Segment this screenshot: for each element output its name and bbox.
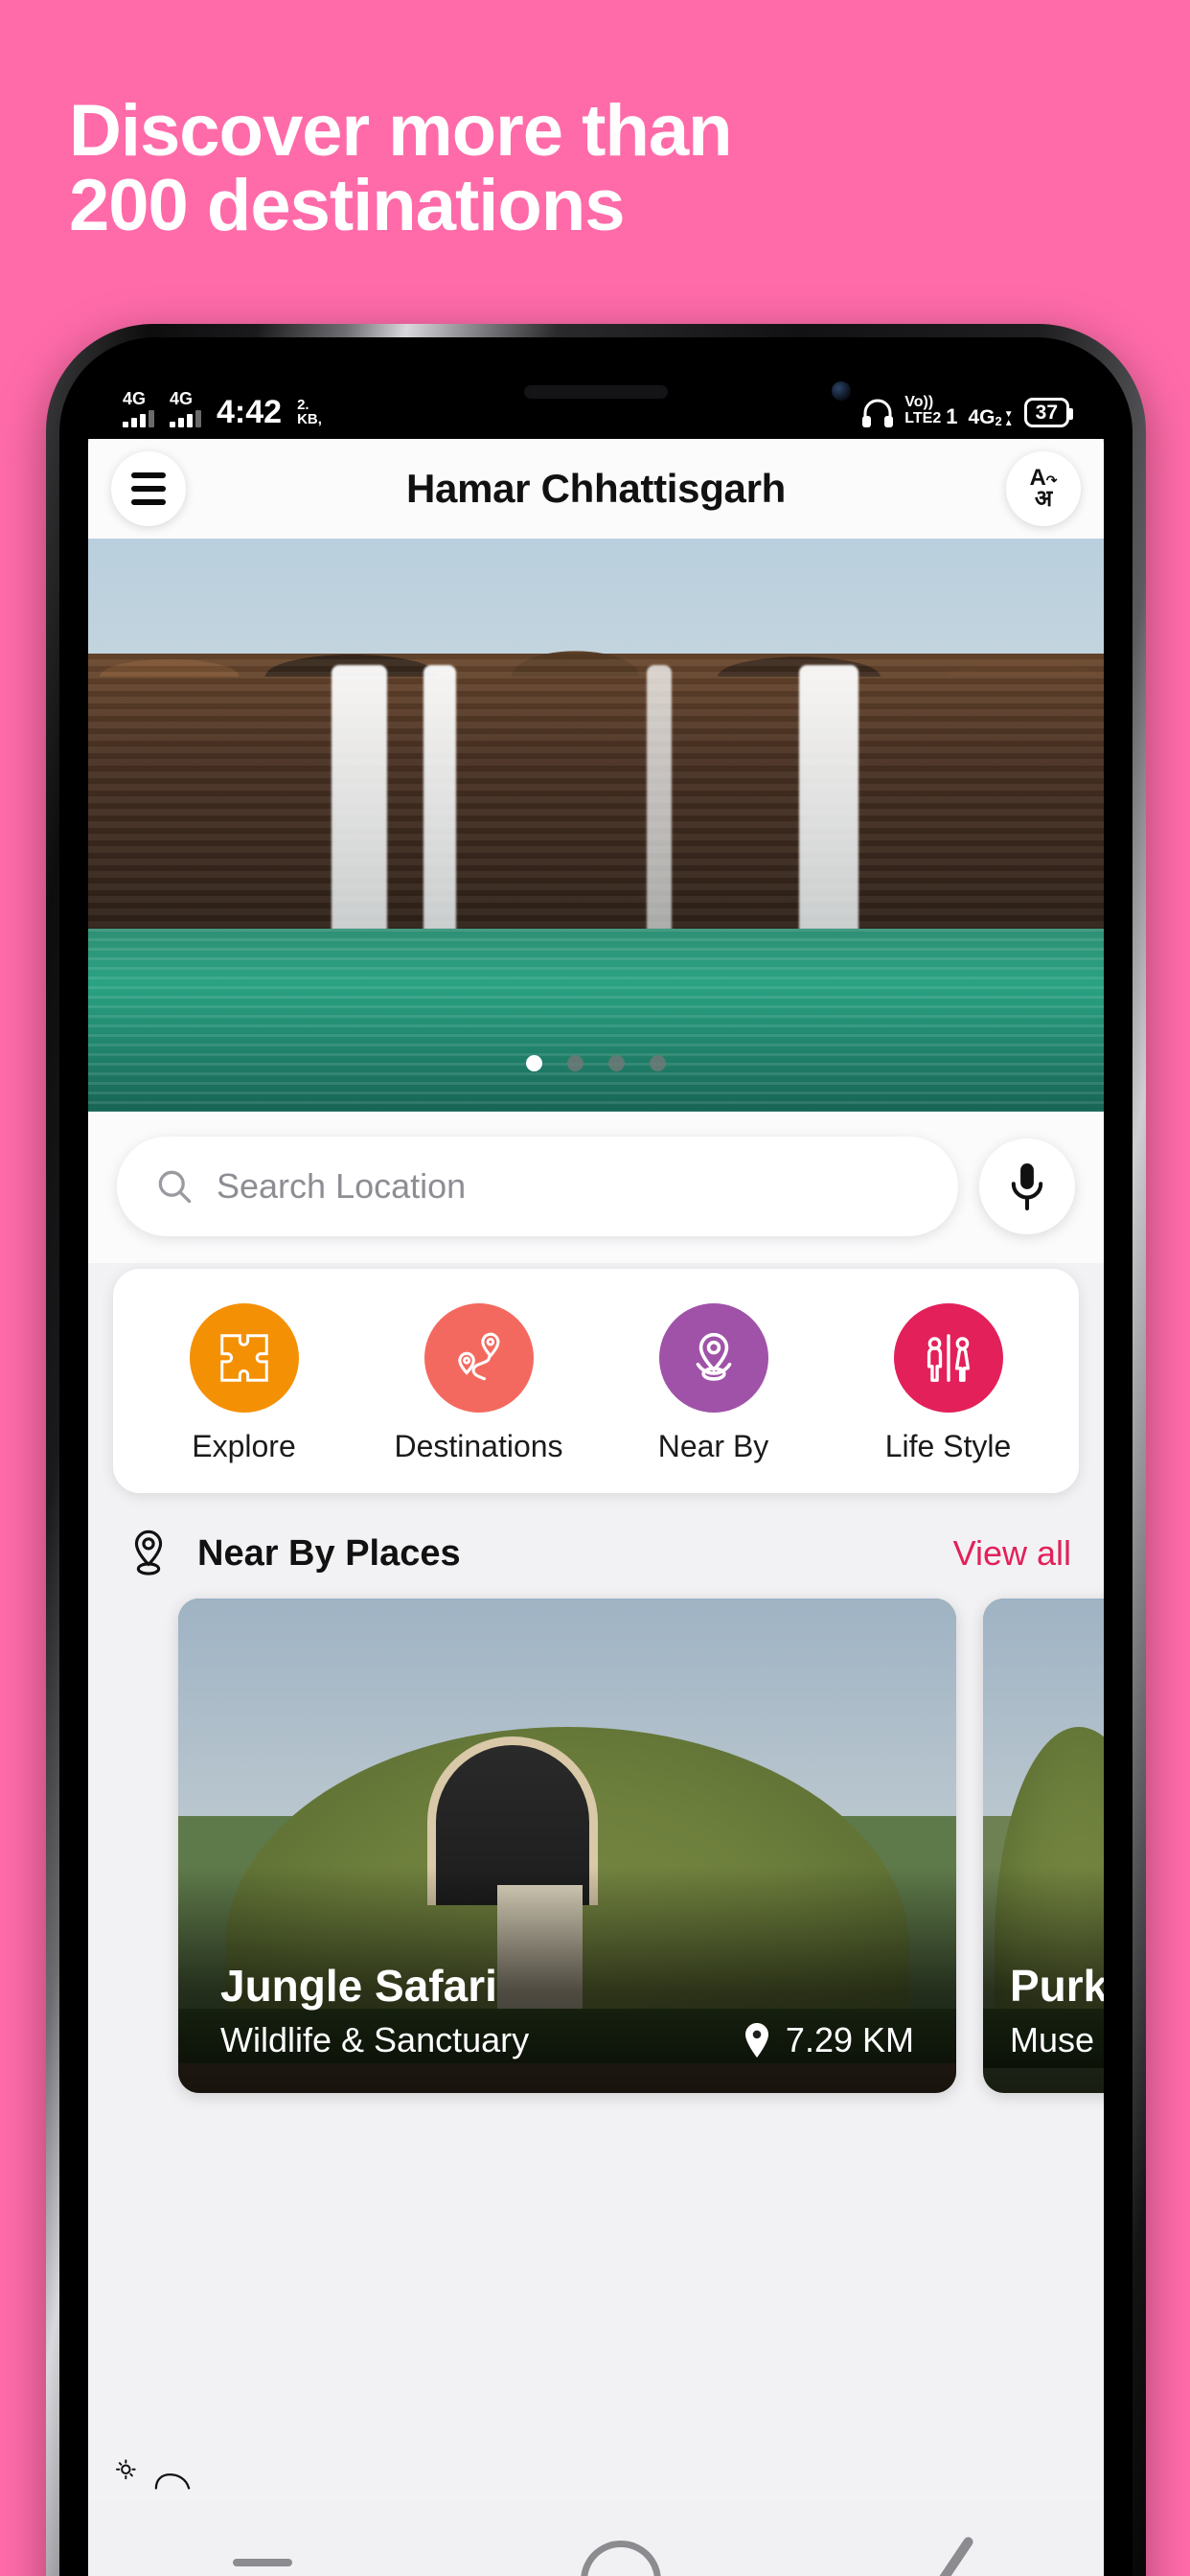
voice-search-button[interactable] [979, 1138, 1075, 1234]
network-right-sub: 2 [995, 414, 1002, 428]
explore-icon-circle [189, 1303, 299, 1413]
app-content: Hamar Chhattisgarh A↷ अ Search Location … [88, 439, 1104, 2576]
map-pin-icon [744, 2023, 768, 2058]
carousel-dots[interactable] [526, 1055, 666, 1071]
page-title: Hamar Chhattisgarh [405, 466, 787, 511]
card-subtitle: Wildlife & Sanctuary [220, 2020, 530, 2059]
carousel-dot-4[interactable] [650, 1055, 666, 1071]
weather-widget[interactable] [115, 2457, 192, 2490]
menu-button[interactable] [111, 451, 186, 526]
hero-waterfall-3 [647, 664, 672, 952]
card-title: Jungle Safari [220, 1961, 497, 2012]
carousel-dot-2[interactable] [567, 1055, 584, 1071]
search-input-placeholder: Search Location [217, 1166, 467, 1206]
volte-label: Vo)) [904, 394, 934, 411]
nearby-places-carousel[interactable]: Jungle Safari Wildlife & Sanctuary 7.29 … [88, 1598, 1104, 2093]
destinations-icon-circle [423, 1303, 534, 1413]
phone-screen: 4G 4G 4:42 2. KB, Vo)) LTE2 1 4G 2 ▼ ▲ 3… [88, 366, 1104, 2576]
quick-action-lifestyle[interactable]: Life Style [853, 1303, 1044, 1464]
quick-action-destinations[interactable]: Destinations [383, 1303, 575, 1464]
carousel-dot-1[interactable] [526, 1055, 542, 1071]
hero-waterfall-1 [332, 664, 388, 952]
weather-sun-cloud-icon [115, 2459, 136, 2480]
lifestyle-icon-circle [893, 1303, 1003, 1413]
carousel-dot-3[interactable] [608, 1055, 625, 1071]
cloud-icon [154, 2472, 191, 2490]
puzzle-icon [219, 1334, 268, 1382]
data-rate-unit: KB, [297, 411, 322, 428]
language-toggle-button[interactable]: A↷ अ [1006, 451, 1081, 526]
status-bar-data-rate: 2. KB, [297, 396, 322, 428]
home-button[interactable] [580, 2541, 661, 2576]
status-bar: 4G 4G 4:42 2. KB, Vo)) LTE2 1 4G 2 ▼ ▲ 3… [88, 366, 1104, 439]
volte-sim-count: 1 [946, 404, 958, 428]
search-icon [158, 1170, 192, 1204]
hero-waterfall-4 [799, 664, 858, 952]
nearby-place-card[interactable]: Jungle Safari Wildlife & Sanctuary 7.29 … [178, 1598, 956, 2093]
card-text-block: Purkh Muse [1010, 1962, 1104, 2060]
hero-waterfall-2 [423, 664, 456, 952]
headphone-icon [862, 399, 894, 427]
location-pin-icon [696, 1332, 731, 1381]
language-secondary-glyph: अ [1034, 486, 1053, 512]
card-meta-row: Muse [1010, 2020, 1104, 2060]
view-all-link[interactable]: View all [953, 1533, 1071, 1574]
data-rate-value: 2. [297, 396, 309, 413]
signal-sim2: 4G [170, 390, 201, 427]
nearby-section-title: Near By Places [197, 1532, 461, 1574]
quick-action-nearby[interactable]: Near By [618, 1303, 810, 1464]
quick-actions-card: Explore Destinations Near By Life Style [113, 1269, 1079, 1493]
quick-action-lifestyle-label: Life Style [884, 1429, 1012, 1463]
android-navigation-bar [88, 2501, 1104, 2576]
quick-action-explore[interactable]: Explore [149, 1303, 340, 1464]
hero-water [88, 928, 1104, 1112]
status-bar-right: Vo)) LTE2 1 4G 2 ▼ ▲ 37 [861, 395, 1074, 427]
battery-indicator: 37 [1023, 397, 1074, 427]
promo-headline-line-1: Discover more than [69, 90, 733, 172]
data-arrows-icon: ▼ ▲ [1003, 409, 1014, 428]
quick-action-destinations-label: Destinations [394, 1429, 563, 1463]
hero-cliff [88, 628, 1104, 929]
promo-headline-line-2: 200 destinations [69, 165, 626, 247]
card-distance: 7.29 KM [742, 2020, 914, 2060]
people-icon [927, 1334, 970, 1382]
hamburger-menu-icon [131, 472, 166, 505]
phone-inner-bezel: 4G 4G 4:42 2. KB, Vo)) LTE2 1 4G 2 ▼ ▲ 3… [59, 337, 1133, 2576]
card-distance-value: 7.29 KM [785, 2020, 914, 2059]
signal-sim2-label: 4G [170, 389, 194, 408]
earpiece-speaker [524, 385, 668, 399]
search-section: Search Location [88, 1112, 1104, 1263]
nearby-place-card[interactable]: Purkh Muse [983, 1598, 1104, 2093]
nearby-icon-circle [658, 1303, 768, 1413]
signal-sim2-bars-icon [170, 410, 201, 427]
card-meta-row: Wildlife & Sanctuary 7.29 KM [220, 2020, 914, 2060]
front-camera [832, 381, 851, 401]
card-title: Purkh [1010, 1961, 1104, 2012]
signal-sim1: 4G [123, 390, 154, 427]
signal-sim1-label: 4G [123, 389, 147, 408]
app-header: Hamar Chhattisgarh A↷ अ [88, 439, 1104, 539]
recents-button[interactable] [232, 2559, 292, 2566]
hero-carousel[interactable] [88, 539, 1104, 1112]
network-indicator-right: 4G 2 ▼ ▲ [968, 407, 1013, 427]
quick-action-nearby-label: Near By [657, 1429, 769, 1463]
network-right-label: 4G [968, 406, 995, 428]
phone-mockup-frame: 4G 4G 4:42 2. KB, Vo)) LTE2 1 4G 2 ▼ ▲ 3… [46, 324, 1146, 2576]
signal-sim1-bars-icon [123, 410, 154, 427]
volte-indicator: Vo)) LTE2 1 [904, 395, 957, 427]
route-pins-icon [457, 1332, 499, 1381]
card-text-block: Jungle Safari Wildlife & Sanctuary 7.29 … [220, 1962, 914, 2060]
back-button[interactable] [933, 2535, 975, 2576]
microphone-icon [1011, 1163, 1043, 1211]
status-bar-left: 4G 4G 4:42 2. KB, [123, 390, 322, 430]
promo-headline: Discover more than 200 destinations [69, 90, 1065, 247]
search-input[interactable]: Search Location [117, 1137, 958, 1236]
language-switch-icon: A↷ अ [1029, 465, 1058, 512]
nearby-section-header: Near By Places View all [88, 1493, 1104, 1598]
quick-action-explore-label: Explore [192, 1429, 296, 1463]
card-subtitle: Muse [1010, 2020, 1095, 2059]
location-pin-icon [134, 1530, 163, 1576]
volte-sub: LTE2 [904, 410, 942, 427]
status-bar-clock: 4:42 [217, 393, 283, 430]
